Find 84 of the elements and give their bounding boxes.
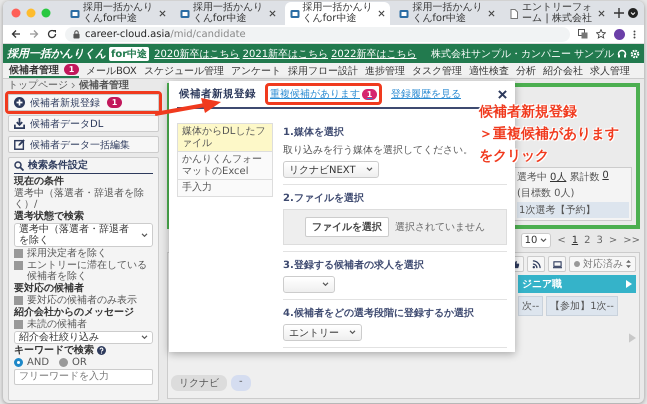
nav-tab[interactable]: 紹介会社 — [542, 63, 583, 78]
breadcrumb-current: 候補者管理 — [79, 78, 129, 92]
page-size-select[interactable]: 10 — [520, 233, 552, 248]
page-link[interactable]: >> — [623, 235, 640, 246]
step-title: 2.ファイルを選択 — [283, 192, 364, 205]
count-badge: 1 — [362, 88, 377, 100]
stat-label: 選考中 — [517, 170, 547, 184]
dialog-tab[interactable]: 候補者新規登録 — [179, 87, 256, 101]
select-field[interactable]: 紹介会社絞り込み — [14, 331, 153, 344]
select-field[interactable]: 選考中（落選者・辞退者を除く — [14, 223, 153, 247]
source-option[interactable]: 手入力 — [178, 180, 272, 196]
year-link[interactable]: 2020新卒はこちら — [154, 46, 240, 60]
section-label: 現在の条件 — [14, 176, 65, 187]
select-field[interactable]: エントリー — [283, 324, 362, 341]
stat-value: 0 — [602, 170, 609, 183]
nav-tab[interactable]: アンケート — [230, 63, 281, 78]
page-link[interactable]: < — [557, 235, 566, 246]
action-button[interactable]: 候補者データ一括編集 — [8, 136, 159, 153]
step-title: 3.登録する候補者の求人を選択 — [283, 258, 424, 272]
nav-tab[interactable]: メールBOX — [86, 63, 137, 78]
page-link[interactable]: 2 — [584, 235, 590, 246]
checkbox-label: 未読の候補者 — [27, 319, 87, 330]
nav-tab[interactable]: 分析 — [516, 63, 536, 78]
nav-tab[interactable]: 候補者管理 1 — [9, 63, 79, 78]
step-title: 4.候補者をどの選考段階に登録するか選択 — [283, 306, 474, 320]
year-link[interactable]: 2022新卒はこちら — [331, 46, 417, 60]
section-label: キーワードで検索 — [14, 345, 94, 356]
step-title: 1.媒体を選択 — [283, 126, 344, 139]
nav-tab[interactable]: 進捗管理 — [364, 63, 405, 78]
radio-label: OR — [72, 357, 87, 368]
candidate-card[interactable]: 次-- — [518, 296, 544, 316]
stat-value: 0人 — [550, 171, 566, 184]
step-note: 取り込みを行う媒体を選択してください。 — [283, 144, 473, 157]
nav-tab[interactable]: 求人管理 — [590, 63, 630, 78]
count-badge: 1 — [64, 64, 79, 75]
keyword-field[interactable]: フリーワードを入力 — [14, 369, 153, 385]
dialog-tab[interactable]: 重複候補があります 1 — [270, 87, 377, 101]
radio-label: AND — [27, 357, 50, 368]
browser-tab[interactable]: 採用一括かんりくんfor中途 — [174, 2, 281, 25]
dialog-tab[interactable]: 登録履歴を見る — [391, 87, 461, 101]
company-name: 株式会社サンプル・カンパニー — [431, 48, 571, 60]
annotation-text: 候補者新規登録 — [479, 102, 578, 122]
section-label: 紹介会社からのメッセージ — [14, 307, 135, 318]
checkbox-label: 要対応の候補者のみ表示 — [27, 295, 137, 306]
address-field[interactable]: career-cloud.asia/mid/candidate — [65, 26, 570, 42]
checkbox-label: 採用決定者を除く — [27, 248, 107, 259]
section-label: 要対応の候補者 — [14, 283, 85, 294]
browser-tab[interactable]: 採用一括かんりくんfor中途 — [284, 2, 390, 25]
browser-tab[interactable]: 採用一括かんりくんfor中途 — [65, 2, 171, 25]
status-button[interactable]: 対応済み — [569, 256, 636, 272]
user-name[interactable]: サンプル — [574, 46, 614, 60]
tag: - — [231, 375, 251, 391]
page-link[interactable]: 3 — [596, 235, 603, 246]
file-status: 選択されていません — [395, 221, 485, 234]
stat-label: 累計数 — [569, 170, 600, 184]
breadcrumb-link[interactable]: トップページ — [8, 78, 68, 92]
nav-tab[interactable]: 適性検査 — [468, 63, 509, 78]
nav-tab[interactable]: 採用フロー設計 — [288, 63, 358, 78]
stage-label[interactable]: 1次選考【予約】 — [517, 202, 629, 218]
annotation-text: をクリック — [479, 147, 550, 166]
condition-text: 選考中（落選者・辞退者を除く）/ — [14, 188, 145, 210]
select-field[interactable]: リクナビNEXT — [283, 161, 379, 178]
source-option[interactable]: 媒体からDLしたファイル — [178, 124, 272, 152]
nav-tab[interactable]: スケジュール管理 — [144, 63, 224, 78]
year-link[interactable]: 2021新卒はこちら — [242, 46, 328, 60]
action-button[interactable]: 候補者新規登録 1 — [8, 94, 159, 111]
logo-text[interactable]: 採用一括かんりくん — [7, 46, 106, 61]
action-button[interactable]: 候補者データDL — [8, 115, 159, 132]
choose-file-button[interactable]: ファイルを選択 — [305, 217, 389, 237]
tag: リクナビ — [171, 375, 227, 391]
count-badge: 1 — [107, 97, 122, 108]
panel-title: 検索条件設定 — [28, 160, 88, 171]
browser-tab[interactable]: 採用一括かんりくんfor中途 — [394, 2, 500, 25]
browser-tab[interactable]: エントリーフォーム | 株式会社 — [504, 2, 610, 25]
logo-badge: for中途 — [109, 46, 150, 60]
checkbox-label: エントリーに滞在している候補者を除く — [27, 260, 148, 282]
candidate-card[interactable]: 【参加】1次-- — [546, 296, 618, 316]
source-option[interactable]: かんりくんフォーマットのExcel — [178, 152, 272, 180]
page-link[interactable]: 1 — [572, 235, 578, 246]
nav-tab[interactable]: タスク管理 — [412, 63, 462, 78]
page-link[interactable]: > — [608, 235, 618, 246]
annotation-text: ＞重複候補があります — [479, 125, 619, 144]
target-text: (目標数 0人) — [517, 186, 576, 200]
section-label: 選考状態で検索 — [14, 211, 85, 222]
